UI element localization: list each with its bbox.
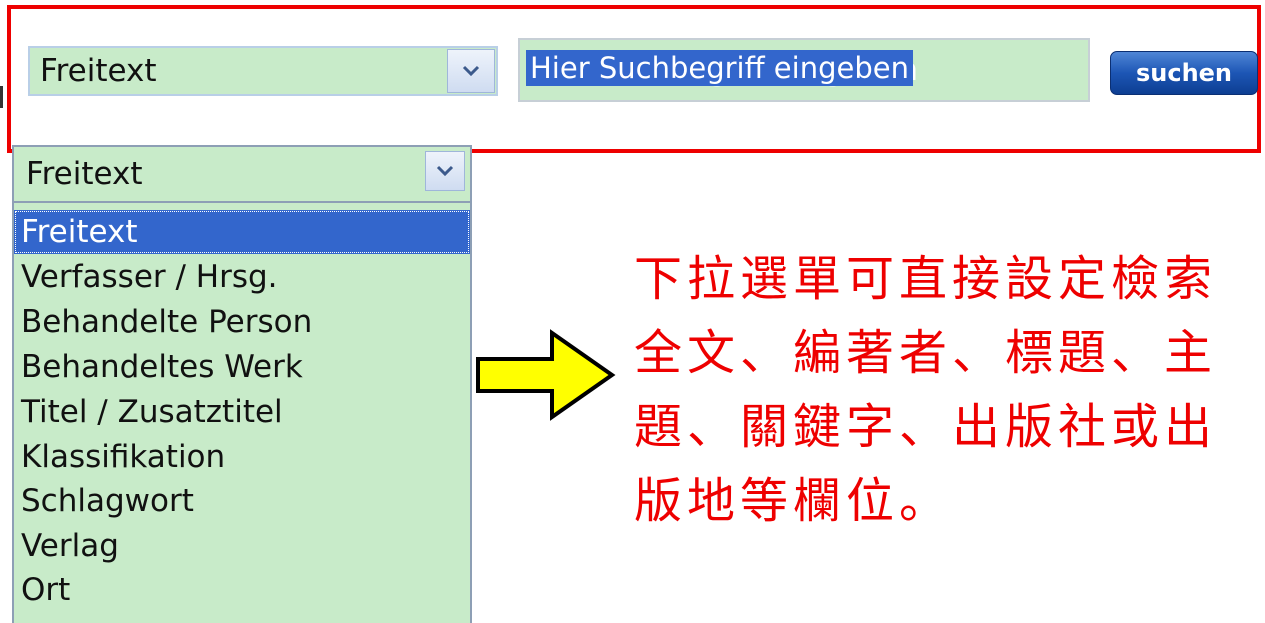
dropdown-option-behandelte-person[interactable]: Behandelte Person xyxy=(14,300,470,344)
search-input[interactable] xyxy=(518,38,1090,102)
note-line: 版地等欄位。 xyxy=(634,473,953,529)
chevron-down-icon xyxy=(462,65,480,77)
annotation-note: 下拉選單可直接設定檢索 全文、編著者、標題、主 題、關鍵字、出版社或出 版地等欄… xyxy=(634,242,1265,538)
field-select[interactable]: Freitext xyxy=(28,46,498,96)
chevron-down-icon xyxy=(436,165,454,177)
note-line: 全文、編著者、標題、主 xyxy=(634,325,1218,381)
dropdown-select-value: Freitext xyxy=(26,156,143,192)
field-select-value: Freitext xyxy=(40,53,157,89)
dropdown-option-schlagwort[interactable]: Schlagwort xyxy=(14,479,470,523)
dropdown-option-behandeltes-werk[interactable]: Behandeltes Werk xyxy=(14,345,470,389)
note-line: 下拉選單可直接設定檢索 xyxy=(634,251,1218,307)
dropdown-option-verfasser[interactable]: Verfasser / Hrsg. xyxy=(14,255,470,299)
dropdown-option-klassifikation[interactable]: Klassifikation xyxy=(14,435,470,479)
dropdown-option-freitext[interactable]: Freitext xyxy=(14,210,470,254)
search-button[interactable]: suchen xyxy=(1110,51,1258,95)
dropdown-list: Freitext Verfasser / Hrsg. Behandelte Pe… xyxy=(12,203,472,623)
right-arrow-icon xyxy=(476,329,616,421)
dropdown-select-arrow[interactable] xyxy=(425,151,465,191)
dropdown-option-verlag[interactable]: Verlag xyxy=(14,524,470,568)
edge-marker xyxy=(0,86,3,108)
note-line: 題、關鍵字、出版社或出 xyxy=(634,399,1218,455)
dropdown-option-titel[interactable]: Titel / Zusatztitel xyxy=(14,390,470,434)
dropdown-select[interactable]: Freitext xyxy=(12,145,472,203)
field-select-arrow[interactable] xyxy=(447,49,495,93)
dropdown-option-ort[interactable]: Ort xyxy=(14,568,470,612)
